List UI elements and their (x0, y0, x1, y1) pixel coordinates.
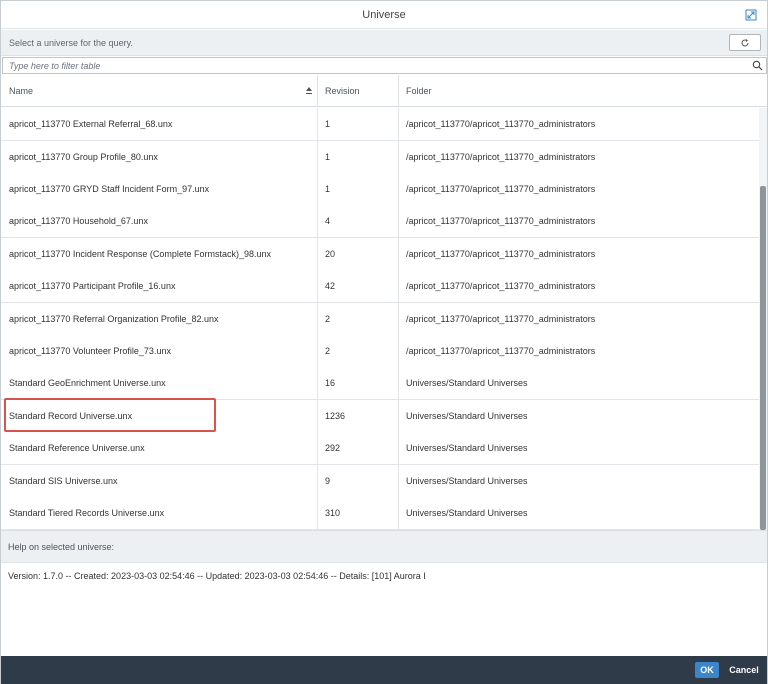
cell-revision: 42 (325, 281, 336, 291)
cell-revision: 16 (325, 378, 336, 388)
table-header: Name Revision Folder (1, 75, 767, 107)
table-row[interactable]: Standard Tiered Records Universe.unx 310… (1, 497, 759, 530)
table-row[interactable]: apricot_113770 Group Profile_80.unx 1 /a… (1, 141, 759, 174)
cell-folder: /apricot_113770/apricot_113770_administr… (406, 119, 596, 129)
cell-revision: 4 (325, 216, 331, 226)
cell-folder: Universes/Standard Universes (406, 443, 528, 453)
cell-name: apricot_113770 Household_67.unx (9, 216, 148, 226)
title-bar: Universe (1, 1, 767, 29)
cell-folder: /apricot_113770/apricot_113770_administr… (406, 184, 596, 194)
cell-name: Standard Tiered Records Universe.unx (9, 508, 165, 518)
cell-name: apricot_113770 Volunteer Profile_73.unx (9, 346, 171, 356)
table-row[interactable]: apricot_113770 Incident Response (Comple… (1, 238, 759, 271)
table-row[interactable]: apricot_113770 External Referral_68.unx … (1, 108, 759, 141)
sort-ascending-icon[interactable] (305, 86, 313, 95)
cell-revision: 2 (325, 346, 331, 356)
help-bar: Help on selected universe: (1, 530, 767, 563)
search-icon[interactable] (752, 60, 763, 71)
column-header-name[interactable]: Name (1, 75, 317, 107)
dialog-title: Universe (362, 9, 406, 21)
cell-revision: 1 (325, 152, 331, 162)
cell-name: apricot_113770 Referral Organization Pro… (9, 314, 219, 324)
cell-folder: Universes/Standard Universes (406, 378, 528, 388)
instruction-text: Select a universe for the query. (9, 38, 133, 48)
cell-folder: /apricot_113770/apricot_113770_administr… (406, 249, 596, 259)
universe-dialog: Universe Select a universe for the query… (0, 0, 768, 684)
cell-folder: /apricot_113770/apricot_113770_administr… (406, 152, 596, 162)
table-row[interactable]: apricot_113770 Household_67.unx 4 /apric… (1, 205, 759, 238)
help-label: Help on selected universe: (8, 542, 115, 552)
cell-folder: Universes/Standard Universes (406, 476, 528, 486)
cell-revision: 9 (325, 476, 331, 486)
table-row[interactable]: Standard SIS Universe.unx 9 Universes/St… (1, 465, 759, 498)
refresh-button[interactable] (729, 34, 761, 51)
universe-table-body: apricot_113770 External Referral_68.unx … (1, 108, 759, 530)
table-row[interactable]: apricot_113770 Referral Organization Pro… (1, 303, 759, 336)
cell-folder: /apricot_113770/apricot_113770_administr… (406, 314, 596, 324)
table-row-selected[interactable]: Standard Record Universe.unx 1236 Univer… (1, 400, 759, 433)
cell-name: Standard Record Universe.unx (9, 411, 133, 421)
cell-folder: /apricot_113770/apricot_113770_administr… (406, 346, 596, 356)
cell-name: Standard SIS Universe.unx (9, 476, 118, 486)
table-row[interactable]: Standard GeoEnrichment Universe.unx 16 U… (1, 367, 759, 400)
cell-revision: 1 (325, 184, 331, 194)
table-row[interactable]: apricot_113770 Participant Profile_16.un… (1, 270, 759, 303)
filter-input[interactable] (3, 58, 743, 73)
universe-details-text: Version: 1.7.0 -- Created: 2023-03-03 02… (8, 571, 426, 581)
expand-icon[interactable] (745, 9, 757, 21)
table-row[interactable]: apricot_113770 GRYD Staff Incident Form_… (1, 173, 759, 206)
instruction-bar: Select a universe for the query. (1, 30, 767, 56)
cell-folder: /apricot_113770/apricot_113770_administr… (406, 281, 596, 291)
cell-revision: 20 (325, 249, 336, 259)
cell-name: Standard GeoEnrichment Universe.unx (9, 378, 166, 388)
ok-button[interactable]: OK (695, 662, 719, 678)
table-row[interactable]: Standard Reference Universe.unx 292 Univ… (1, 432, 759, 465)
cancel-button[interactable]: Cancel (725, 662, 763, 678)
cell-revision: 310 (325, 508, 341, 518)
cell-name: apricot_113770 Incident Response (Comple… (9, 249, 271, 259)
table-row[interactable]: apricot_113770 Volunteer Profile_73.unx … (1, 335, 759, 368)
cell-folder: Universes/Standard Universes (406, 508, 528, 518)
cell-revision: 2 (325, 314, 331, 324)
cell-folder: /apricot_113770/apricot_113770_administr… (406, 216, 596, 226)
cell-revision: 1236 (325, 411, 346, 421)
refresh-icon (741, 38, 749, 46)
cell-folder: Universes/Standard Universes (406, 411, 528, 421)
cell-revision: 292 (325, 443, 341, 453)
table-scrollbar-thumb[interactable] (760, 186, 766, 530)
dialog-footer: OK Cancel (1, 656, 767, 684)
cell-name: apricot_113770 Group Profile_80.unx (9, 152, 158, 162)
cell-name: apricot_113770 Participant Profile_16.un… (9, 281, 176, 291)
column-header-revision[interactable]: Revision (317, 75, 398, 107)
filter-bar (2, 57, 767, 74)
cell-name: apricot_113770 External Referral_68.unx (9, 119, 173, 129)
cell-revision: 1 (325, 119, 331, 129)
cell-name: Standard Reference Universe.unx (9, 443, 145, 453)
cell-name: apricot_113770 GRYD Staff Incident Form_… (9, 184, 210, 194)
column-header-folder[interactable]: Folder (398, 75, 759, 107)
